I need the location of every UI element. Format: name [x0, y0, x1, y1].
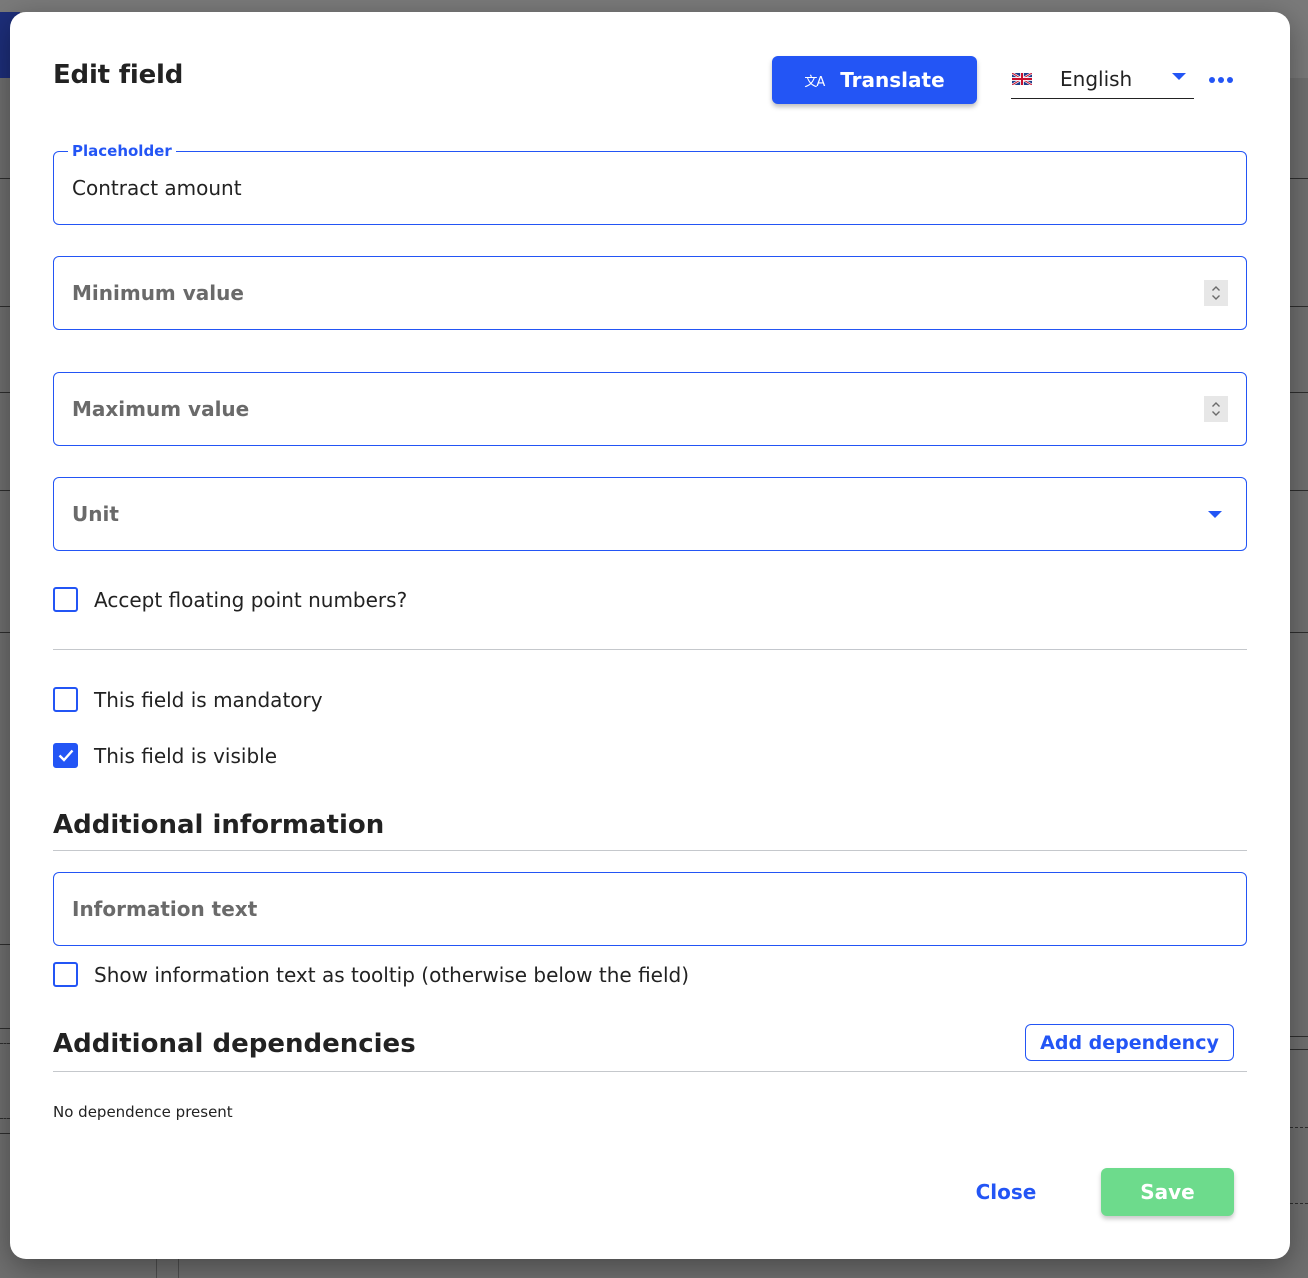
- mandatory-label: This field is mandatory: [94, 687, 323, 712]
- background-line: [1290, 632, 1308, 633]
- floating-point-checkbox-row[interactable]: Accept floating point numbers?: [53, 587, 407, 612]
- language-select[interactable]: English: [1011, 60, 1194, 99]
- save-button[interactable]: Save: [1101, 1168, 1234, 1216]
- background-dashed-line: [1290, 1127, 1308, 1128]
- edit-field-dialog: Edit field 文A Translate English Placehol…: [10, 12, 1290, 1259]
- maximum-value-placeholder: Maximum value: [72, 397, 250, 421]
- minimum-value-stepper[interactable]: [1204, 280, 1228, 306]
- tooltip-checkbox[interactable]: [53, 962, 78, 987]
- background-line: [1290, 1036, 1308, 1037]
- more-horizontal-icon-dot: [1209, 77, 1215, 83]
- maximum-value-stepper[interactable]: [1204, 396, 1228, 422]
- translate-button[interactable]: 文A Translate: [772, 56, 977, 104]
- no-dependencies-text: No dependence present: [53, 1103, 233, 1121]
- background-dashed-line: [0, 1118, 10, 1119]
- more-horizontal-icon-dot: [1218, 77, 1224, 83]
- background-line: [0, 392, 10, 393]
- background-divider: [178, 1259, 179, 1278]
- background-line: [1290, 392, 1308, 393]
- language-label: English: [1060, 67, 1133, 91]
- divider: [53, 649, 1247, 650]
- background-dashed-line: [1290, 1203, 1308, 1204]
- translate-button-label: Translate: [840, 68, 945, 92]
- visible-checkbox[interactable]: [53, 743, 78, 768]
- background-line: [1290, 490, 1308, 491]
- additional-information-heading: Additional information: [53, 810, 385, 840]
- background-line: [1290, 178, 1308, 179]
- add-dependency-button[interactable]: Add dependency: [1025, 1024, 1234, 1061]
- uk-flag-icon: [1012, 73, 1032, 85]
- caret-down-icon: [1208, 511, 1222, 518]
- visible-checkbox-row[interactable]: This field is visible: [53, 743, 277, 768]
- background-line: [0, 306, 10, 307]
- translate-icon: 文A: [804, 74, 825, 90]
- background-line: [0, 1028, 10, 1029]
- more-options-button[interactable]: [1206, 70, 1236, 90]
- additional-dependencies-heading: Additional dependencies: [53, 1029, 416, 1059]
- divider: [53, 1071, 1247, 1072]
- information-text-placeholder: Information text: [72, 897, 258, 921]
- background-divider: [156, 1259, 157, 1278]
- placeholder-field-value: Contract amount: [72, 176, 242, 200]
- mandatory-checkbox[interactable]: [53, 687, 78, 712]
- background-line: [0, 178, 10, 179]
- stepper-arrows-icon: [1212, 402, 1220, 416]
- unit-select[interactable]: Unit: [53, 477, 1247, 551]
- minimum-value-input[interactable]: Minimum value: [53, 256, 1247, 330]
- background-dashed-line: [0, 1043, 10, 1044]
- checkmark-icon: [58, 749, 73, 762]
- information-text-input[interactable]: Information text: [53, 872, 1247, 946]
- stepper-arrows-icon: [1212, 286, 1220, 300]
- close-button[interactable]: Close: [965, 1172, 1047, 1212]
- minimum-value-placeholder: Minimum value: [72, 281, 244, 305]
- floating-point-checkbox[interactable]: [53, 587, 78, 612]
- caret-down-icon: [1172, 73, 1186, 80]
- more-horizontal-icon-dot: [1227, 77, 1233, 83]
- tooltip-label: Show information text as tooltip (otherw…: [94, 962, 690, 987]
- divider: [53, 850, 1247, 851]
- visible-label: This field is visible: [94, 743, 277, 768]
- tooltip-checkbox-row[interactable]: Show information text as tooltip (otherw…: [53, 962, 689, 987]
- unit-placeholder: Unit: [72, 502, 119, 526]
- dialog-title: Edit field: [53, 60, 184, 90]
- maximum-value-input[interactable]: Maximum value: [53, 372, 1247, 446]
- placeholder-field-label: Placeholder: [68, 142, 176, 160]
- background-line: [0, 490, 10, 491]
- placeholder-field[interactable]: Placeholder Contract amount: [53, 142, 1247, 225]
- background-line: [0, 1133, 10, 1134]
- floating-point-label: Accept floating point numbers?: [94, 587, 408, 612]
- background-line: [0, 632, 10, 633]
- background-line: [0, 944, 10, 945]
- mandatory-checkbox-row[interactable]: This field is mandatory: [53, 687, 323, 712]
- background-line: [1290, 1049, 1308, 1050]
- background-line: [1290, 306, 1308, 307]
